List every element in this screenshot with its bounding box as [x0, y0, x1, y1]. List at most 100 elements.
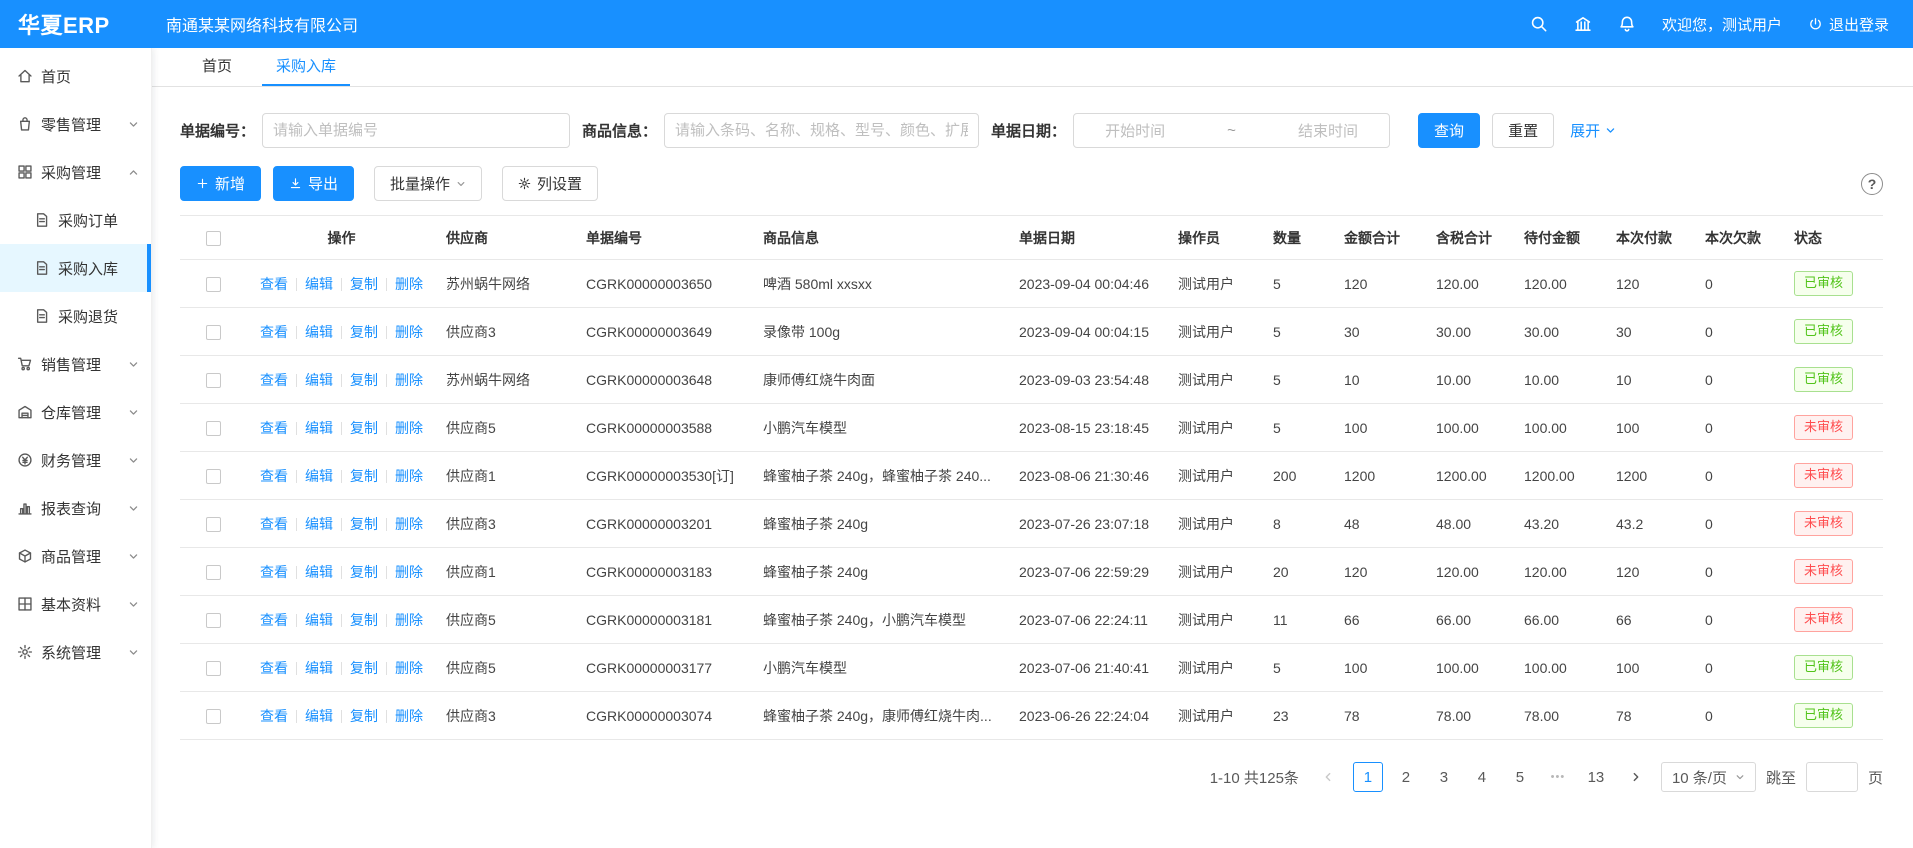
tab-home[interactable]: 首页 — [188, 48, 246, 86]
row-checkbox[interactable] — [206, 325, 221, 340]
sidebar-item-finance[interactable]: 财务管理 — [0, 436, 151, 484]
copy-link[interactable]: 复制 — [350, 564, 378, 580]
cell-tax_total: 100.00 — [1426, 644, 1514, 692]
export-button[interactable]: 导出 — [273, 166, 354, 201]
search-icon[interactable] — [1530, 15, 1548, 33]
delete-link[interactable]: 删除 — [395, 276, 423, 292]
edit-link[interactable]: 编辑 — [305, 324, 333, 340]
bell-icon[interactable] — [1618, 15, 1636, 33]
bill-no-label: 单据编号： — [180, 120, 255, 141]
page-button-3[interactable]: 3 — [1429, 762, 1459, 792]
row-checkbox[interactable] — [206, 517, 221, 532]
bill-no-input[interactable] — [262, 113, 570, 148]
delete-link[interactable]: 删除 — [395, 420, 423, 436]
view-link[interactable]: 查看 — [260, 420, 288, 436]
copy-link[interactable]: 复制 — [350, 324, 378, 340]
prev-page-button[interactable] — [1313, 762, 1343, 792]
view-link[interactable]: 查看 — [260, 468, 288, 484]
welcome-user[interactable]: 欢迎您，测试用户 — [1662, 14, 1782, 35]
page-button-1[interactable]: 1 — [1353, 762, 1383, 792]
app-logo[interactable]: 华夏ERP — [0, 8, 152, 40]
view-link[interactable]: 查看 — [260, 564, 288, 580]
expand-link[interactable]: 展开 — [1570, 120, 1616, 141]
tab-purchase-in[interactable]: 采购入库 — [262, 48, 350, 86]
copy-link[interactable]: 复制 — [350, 516, 378, 532]
page-button-13[interactable]: 13 — [1581, 762, 1611, 792]
delete-link[interactable]: 删除 — [395, 564, 423, 580]
page-size-select[interactable]: 10 条/页 — [1661, 762, 1756, 792]
sidebar-item-purchase-return[interactable]: 采购退货 — [0, 292, 151, 340]
chevron-down-icon — [128, 647, 139, 658]
row-checkbox[interactable] — [206, 277, 221, 292]
date-range-picker[interactable]: 开始时间 ~ 结束时间 — [1073, 113, 1390, 148]
help-icon[interactable]: ? — [1861, 173, 1883, 195]
store-icon[interactable] — [1574, 15, 1592, 33]
logout-button[interactable]: 退出登录 — [1808, 14, 1889, 35]
view-link[interactable]: 查看 — [260, 660, 288, 676]
copy-link[interactable]: 复制 — [350, 468, 378, 484]
cell-due: 30.00 — [1514, 308, 1606, 356]
delete-link[interactable]: 删除 — [395, 708, 423, 724]
jump-to-input[interactable] — [1806, 762, 1858, 792]
edit-link[interactable]: 编辑 — [305, 420, 333, 436]
action-separator — [296, 374, 297, 387]
add-button[interactable]: 新增 — [180, 166, 261, 201]
sidebar-item-report[interactable]: 报表查询 — [0, 484, 151, 532]
search-button[interactable]: 查询 — [1418, 113, 1480, 148]
view-link[interactable]: 查看 — [260, 372, 288, 388]
view-link[interactable]: 查看 — [260, 612, 288, 628]
sidebar-item-purchase[interactable]: 采购管理 — [0, 148, 151, 196]
select-all-checkbox[interactable] — [206, 231, 221, 246]
copy-link[interactable]: 复制 — [350, 372, 378, 388]
view-link[interactable]: 查看 — [260, 324, 288, 340]
delete-link[interactable]: 删除 — [395, 660, 423, 676]
delete-link[interactable]: 删除 — [395, 516, 423, 532]
copy-link[interactable]: 复制 — [350, 276, 378, 292]
cell-due: 120.00 — [1514, 260, 1606, 308]
page-button-2[interactable]: 2 — [1391, 762, 1421, 792]
sidebar-item-goods[interactable]: 商品管理 — [0, 532, 151, 580]
delete-link[interactable]: 删除 — [395, 612, 423, 628]
view-link[interactable]: 查看 — [260, 276, 288, 292]
copy-link[interactable]: 复制 — [350, 612, 378, 628]
copy-link[interactable]: 复制 — [350, 660, 378, 676]
row-checkbox[interactable] — [206, 613, 221, 628]
edit-link[interactable]: 编辑 — [305, 564, 333, 580]
sidebar-item-system[interactable]: 系统管理 — [0, 628, 151, 676]
edit-link[interactable]: 编辑 — [305, 660, 333, 676]
batch-operations-button[interactable]: 批量操作 — [374, 166, 482, 201]
view-link[interactable]: 查看 — [260, 516, 288, 532]
page-button-4[interactable]: 4 — [1467, 762, 1497, 792]
delete-link[interactable]: 删除 — [395, 324, 423, 340]
sidebar-item-home[interactable]: 首页 — [0, 52, 151, 100]
product-info-input[interactable] — [664, 113, 979, 148]
edit-link[interactable]: 编辑 — [305, 372, 333, 388]
edit-link[interactable]: 编辑 — [305, 516, 333, 532]
page-button-5[interactable]: 5 — [1505, 762, 1535, 792]
row-checkbox[interactable] — [206, 469, 221, 484]
delete-link[interactable]: 删除 — [395, 468, 423, 484]
edit-link[interactable]: 编辑 — [305, 276, 333, 292]
edit-link[interactable]: 编辑 — [305, 468, 333, 484]
copy-link[interactable]: 复制 — [350, 420, 378, 436]
sidebar-item-purchase-order[interactable]: 采购订单 — [0, 196, 151, 244]
sidebar-item-sales[interactable]: 销售管理 — [0, 340, 151, 388]
row-checkbox[interactable] — [206, 661, 221, 676]
view-link[interactable]: 查看 — [260, 708, 288, 724]
sidebar-item-purchase-in[interactable]: 采购入库 — [0, 244, 151, 292]
reset-button[interactable]: 重置 — [1492, 113, 1554, 148]
next-page-button[interactable] — [1621, 762, 1651, 792]
sidebar-item-retail[interactable]: 零售管理 — [0, 100, 151, 148]
row-checkbox[interactable] — [206, 373, 221, 388]
row-checkbox[interactable] — [206, 709, 221, 724]
sidebar-item-basic[interactable]: 基本资料 — [0, 580, 151, 628]
row-checkbox[interactable] — [206, 565, 221, 580]
row-checkbox[interactable] — [206, 421, 221, 436]
action-separator — [341, 374, 342, 387]
edit-link[interactable]: 编辑 — [305, 708, 333, 724]
sidebar-item-warehouse[interactable]: 仓库管理 — [0, 388, 151, 436]
column-settings-button[interactable]: 列设置 — [502, 166, 598, 201]
delete-link[interactable]: 删除 — [395, 372, 423, 388]
edit-link[interactable]: 编辑 — [305, 612, 333, 628]
copy-link[interactable]: 复制 — [350, 708, 378, 724]
